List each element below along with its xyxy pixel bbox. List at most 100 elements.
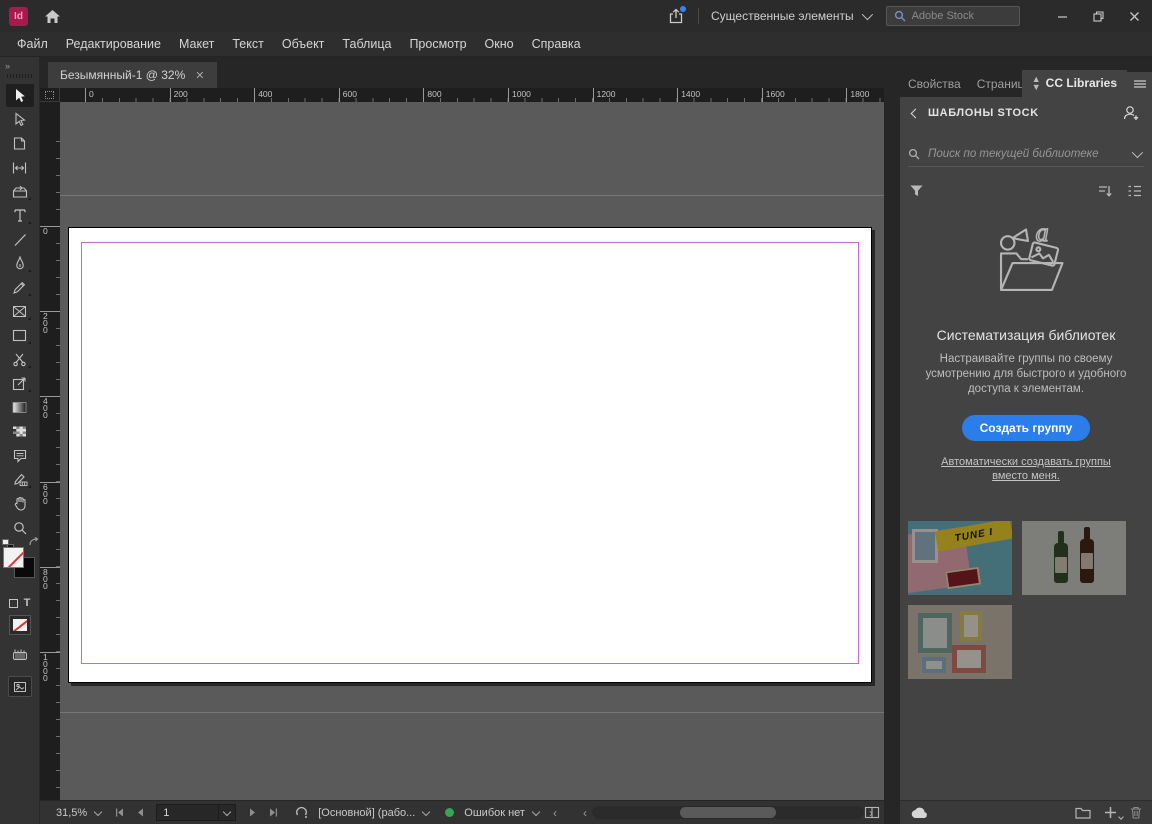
collapse-panel-icon[interactable]: ▲▼ (1032, 75, 1041, 91)
previous-page-button[interactable] (137, 808, 144, 817)
share-button[interactable] (668, 8, 684, 24)
pencil-tool[interactable] (6, 276, 34, 299)
scrollbar-thumb[interactable] (680, 807, 776, 818)
preflight-profile-label[interactable]: [Основной] (рабо... (318, 807, 415, 819)
library-item-bottles[interactable] (1022, 521, 1126, 595)
cloud-sync-icon[interactable] (910, 807, 928, 819)
workspace-selector[interactable]: Существенные элементы (711, 9, 870, 23)
tab-properties[interactable]: Свойства (900, 72, 969, 97)
page-tool[interactable] (6, 132, 34, 155)
no-errors-indicator (445, 808, 454, 817)
selection-tool[interactable] (6, 84, 34, 107)
search-scope-chevron-icon[interactable] (1132, 146, 1143, 157)
tab-pages[interactable]: Страницы (969, 72, 1022, 97)
tab-cc-libraries[interactable]: ▲▼ CC Libraries (1022, 70, 1127, 97)
library-item-picture-frames[interactable] (908, 605, 1012, 679)
note-tool[interactable] (6, 444, 34, 467)
gradient-feather-tool[interactable] (6, 420, 34, 443)
chevron-down-icon (861, 9, 872, 20)
formatting-affects-container-button[interactable] (9, 599, 18, 608)
menu-item[interactable]: Окно (476, 33, 523, 55)
errors-dropdown-chevron-icon[interactable] (532, 807, 540, 815)
library-items-grid: TUNE I (908, 521, 1136, 679)
menu-item[interactable]: Таблица (333, 33, 400, 55)
preflight-icon[interactable] (295, 806, 308, 819)
scroll-left-arrow[interactable]: ‹ (578, 806, 592, 820)
ruler-vertical: 02 0 04 0 06 0 08 0 01 0 0 0 (40, 102, 60, 800)
apply-gradient-button[interactable] (6, 643, 34, 666)
library-bottom-bar (900, 800, 1152, 824)
menu-item[interactable]: Макет (170, 33, 223, 55)
frame-tool[interactable] (6, 300, 34, 323)
menu-item[interactable]: Файл (8, 33, 57, 55)
formatting-affects-text-button[interactable]: T (24, 597, 31, 609)
last-page-button[interactable] (269, 808, 279, 817)
sort-icon[interactable] (1098, 185, 1113, 197)
document-tab[interactable]: Безымянный-1 @ 32% ✕ (48, 62, 217, 88)
panel-menu-icon[interactable] (1127, 72, 1152, 97)
next-page-button[interactable] (249, 808, 256, 817)
create-group-button[interactable]: Создать группу (962, 415, 1091, 441)
screen-mode-button[interactable] (8, 676, 32, 697)
library-item-tune-in-collage[interactable]: TUNE I (908, 521, 1012, 595)
new-folder-icon[interactable] (1075, 807, 1091, 819)
zoom-dropdown-chevron-icon[interactable] (94, 807, 102, 815)
line-tool[interactable] (6, 228, 34, 251)
library-search-input[interactable]: Поиск по текущей библиотеке (908, 141, 1144, 167)
menu-item[interactable]: Объект (273, 33, 334, 55)
search-placeholder: Поиск по текущей библиотеке (928, 148, 1124, 160)
spread-view-icon[interactable] (864, 806, 880, 819)
auto-create-groups-link[interactable]: Автоматически создавать группы вместо ме… (926, 455, 1126, 483)
empty-state-title: Систематизация библиотек (900, 327, 1152, 343)
panel-grip[interactable] (7, 74, 33, 78)
preflight-dropdown-chevron-icon[interactable] (422, 807, 430, 815)
pasteboard-guide-top (60, 195, 884, 196)
fill-swatch[interactable] (3, 547, 24, 568)
direct-selection-tool[interactable] (6, 108, 34, 131)
invite-collaborator-icon[interactable] (1123, 105, 1140, 121)
margin-guides (81, 242, 859, 664)
scroll-left-edge-arrow[interactable]: ‹ (553, 806, 557, 820)
restore-button[interactable] (1080, 0, 1116, 32)
gradient-swatch-tool[interactable] (6, 396, 34, 419)
list-view-icon[interactable] (1127, 185, 1142, 197)
menu-item[interactable]: Справка (523, 33, 590, 55)
apply-none-button[interactable] (9, 615, 31, 635)
formatting-affects-row: T (0, 597, 39, 609)
color-theme-eyedropper-tool[interactable] (6, 468, 34, 491)
back-chevron-icon[interactable] (911, 108, 921, 118)
close-button[interactable] (1116, 0, 1152, 32)
menu-item[interactable]: Просмотр (400, 33, 475, 55)
zoom-level-value[interactable]: 31,5% (56, 807, 87, 819)
delete-icon[interactable] (1130, 806, 1142, 819)
adobe-stock-search-input[interactable]: Adobe Stock (886, 6, 1020, 26)
expand-panel-icon[interactable]: » (0, 57, 39, 72)
home-button[interactable] (44, 9, 61, 24)
scrollbar-track[interactable] (592, 806, 864, 819)
errors-status-label[interactable]: Ошибок нет (464, 807, 525, 819)
swap-fill-stroke-icon[interactable] (28, 537, 39, 547)
close-tab-icon[interactable]: ✕ (195, 69, 204, 82)
filter-icon[interactable] (910, 185, 923, 197)
minimize-button[interactable] (1044, 0, 1080, 32)
rectangle-tool[interactable] (6, 324, 34, 347)
add-item-icon[interactable] (1104, 806, 1117, 819)
content-collector-tool[interactable] (6, 180, 34, 203)
ruler-origin-box[interactable] (40, 88, 60, 102)
scissors-tool[interactable] (6, 348, 34, 371)
ruler-origin-icon (45, 91, 54, 99)
page-number-field[interactable]: 1 (156, 804, 236, 821)
menu-item[interactable]: Текст (223, 33, 272, 55)
horizontal-scrollbar[interactable]: ‹ › (578, 805, 878, 820)
document-tab-strip: Безымянный-1 @ 32% ✕ (40, 57, 884, 88)
page-dropdown-button[interactable] (218, 805, 235, 820)
type-tool[interactable] (6, 204, 34, 227)
menu-item[interactable]: Редактирование (57, 33, 170, 55)
hand-tool[interactable] (6, 492, 34, 515)
first-page-button[interactable] (114, 808, 124, 817)
zoom-tool[interactable] (6, 516, 34, 539)
svg-text:a: a (1036, 218, 1049, 247)
pen-tool[interactable] (6, 252, 34, 275)
free-transform-tool[interactable] (6, 372, 34, 395)
gap-tool[interactable] (6, 156, 34, 179)
